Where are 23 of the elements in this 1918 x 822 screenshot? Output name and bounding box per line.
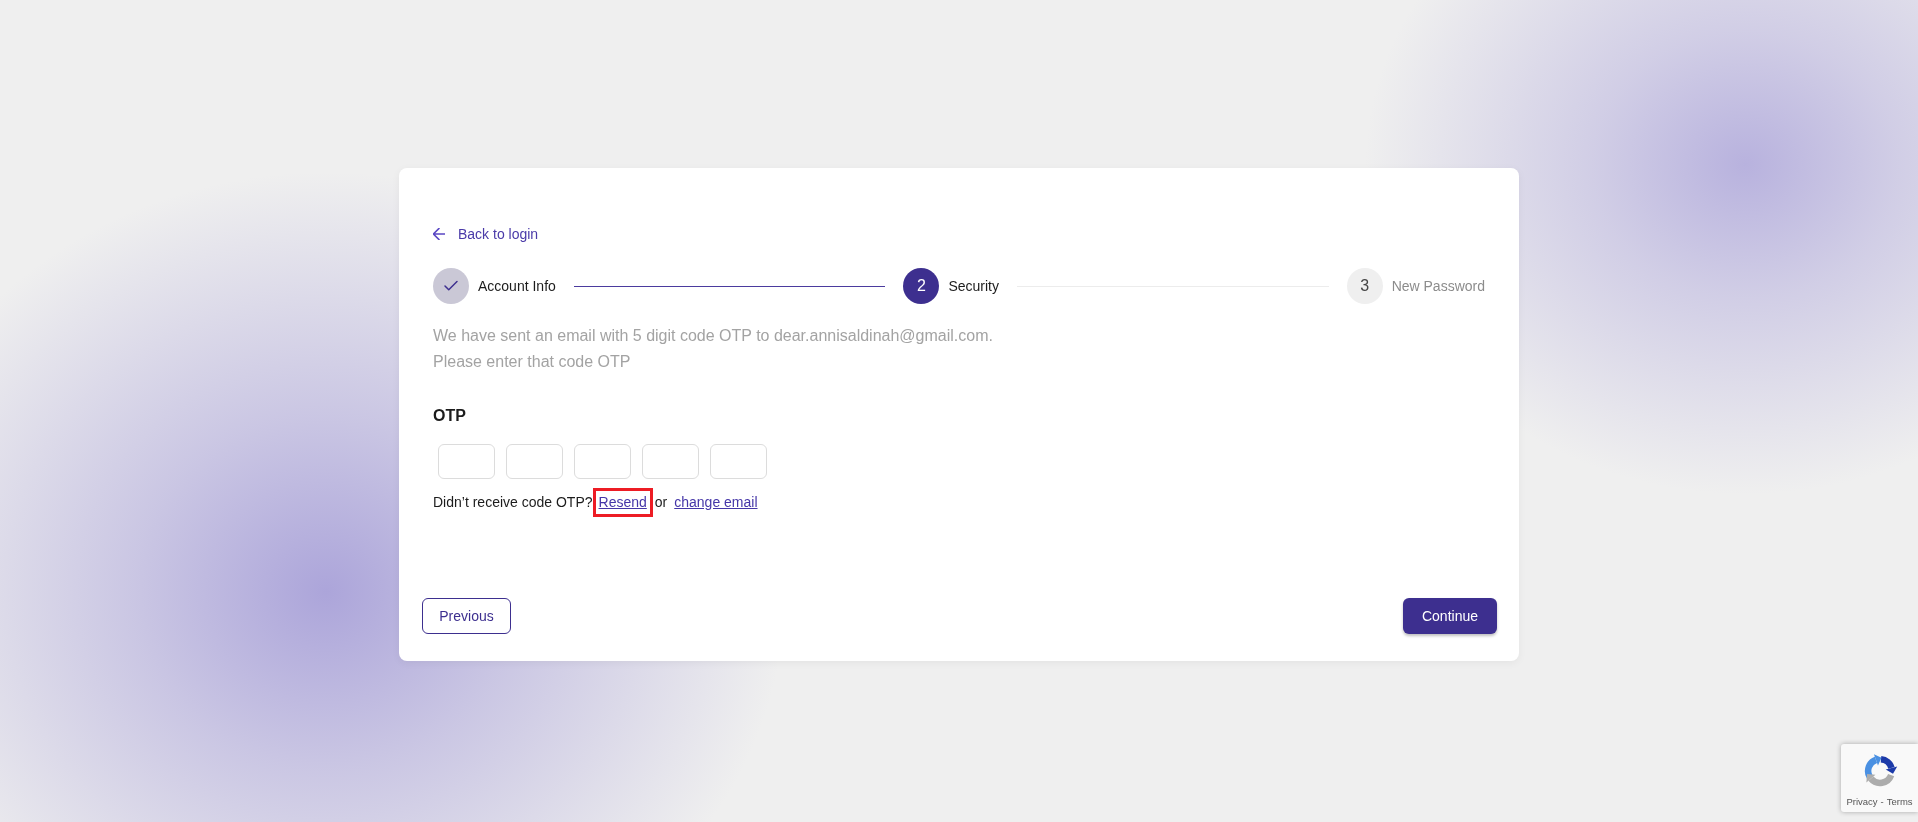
back-arrow-icon [433,228,445,240]
privacy-link[interactable]: Privacy [1846,796,1878,807]
back-to-login-link[interactable]: Back to login [433,224,539,244]
resend-link[interactable]: Resend [592,488,653,517]
step-label: New Password [1391,277,1485,296]
otp-label: OTP [433,406,466,426]
or-text: or [654,494,668,511]
change-email-link[interactable]: change email [674,494,758,511]
step-number: 3 [1346,268,1383,304]
otp-digit-field[interactable] [506,444,563,479]
separator-text: - [1880,796,1884,807]
instruction-text: We have sent an email with 5 digit code OTP to dear.annisaldinah@gmail.com. Please enter that code OTP [433,326,993,372]
otp-digit-field[interactable] [438,444,495,479]
terms-link[interactable]: Terms [1886,796,1913,807]
otp-digit-field[interactable] [710,444,767,479]
previous-button[interactable]: Previous [422,598,511,634]
continue-button[interactable]: Continue [1403,598,1497,634]
resend-prompt: Didn’t receive code OTP? [433,494,593,511]
otp-digit-field[interactable] [574,444,631,479]
step-label: Account Info [478,277,556,296]
step-number: 2 [903,268,940,304]
step-label: Security [948,277,999,296]
otp-digit-field[interactable] [642,444,699,479]
